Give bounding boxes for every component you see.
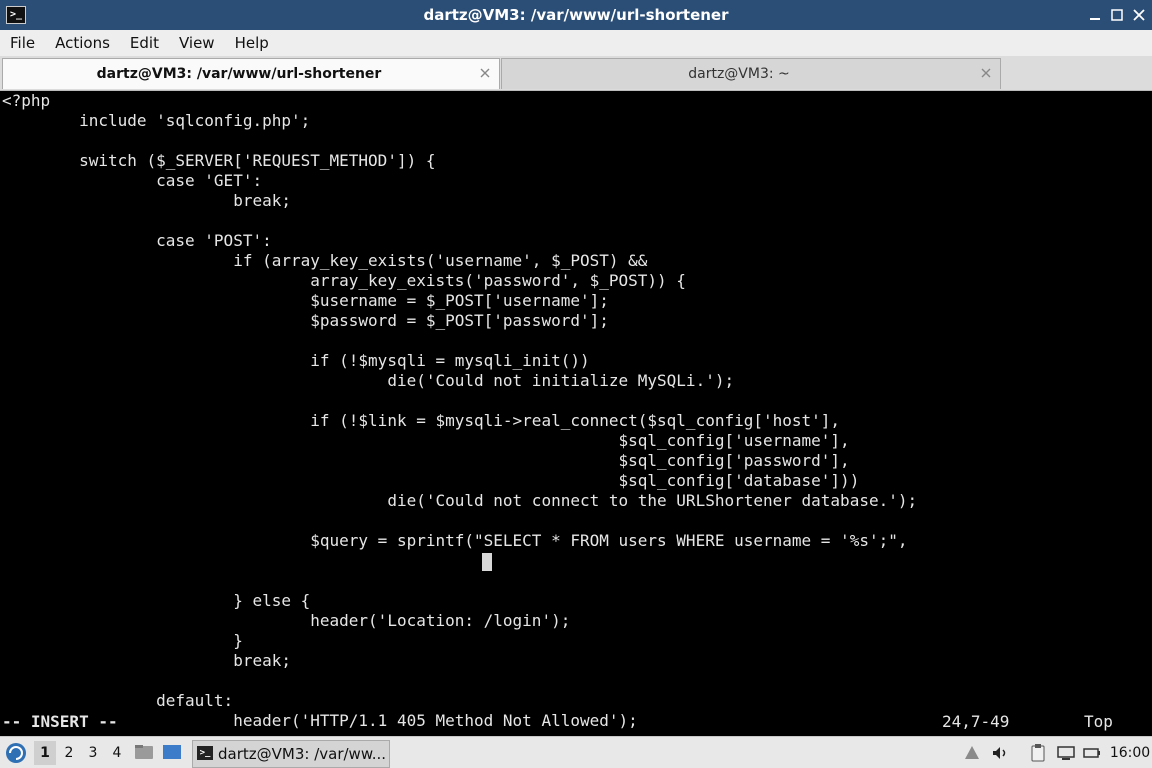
- tab-close-button[interactable]: [978, 65, 994, 81]
- vim-mode: -- INSERT --: [2, 712, 118, 731]
- cursor-position: 24,7-49: [942, 712, 1010, 731]
- close-icon: [480, 68, 490, 78]
- battery-icon: [1083, 748, 1100, 758]
- workspace-3[interactable]: 3: [82, 741, 104, 765]
- clock: 16:00: [1109, 745, 1151, 761]
- workspace-4[interactable]: 4: [106, 741, 128, 765]
- workspace-2[interactable]: 2: [58, 741, 80, 765]
- window-titlebar: >_ dartz@VM3: /var/www/url-shortener: [0, 0, 1152, 30]
- taskbar: 1 2 3 4 >_ dartz@VM3: /var/ww... 16:00: [0, 736, 1152, 768]
- start-menu-button[interactable]: [4, 741, 28, 765]
- clipboard-icon: [1031, 744, 1045, 762]
- tray-updates[interactable]: [962, 743, 982, 763]
- text-cursor: [482, 553, 492, 571]
- tray-network[interactable]: [1056, 743, 1076, 763]
- scroll-position: Top: [1084, 712, 1113, 731]
- terminal-area[interactable]: <?php include 'sqlconfig.php'; switch ($…: [0, 91, 1152, 736]
- tray-battery[interactable]: [1082, 743, 1102, 763]
- taskbar-window-terminal[interactable]: >_ dartz@VM3: /var/ww...: [192, 740, 390, 768]
- maximize-button[interactable]: [1108, 6, 1126, 24]
- start-menu-icon: [6, 743, 26, 763]
- updates-icon: [965, 746, 979, 759]
- menu-actions[interactable]: Actions: [45, 30, 120, 56]
- minimize-icon: [1090, 18, 1100, 20]
- menu-help[interactable]: Help: [225, 30, 279, 56]
- tab-label: dartz@VM3: /var/www/url-shortener: [96, 66, 382, 82]
- tab-bar: dartz@VM3: /var/www/url-shortener dartz@…: [0, 56, 1152, 91]
- close-icon: [981, 68, 991, 78]
- terminal-icon: >_: [197, 746, 213, 760]
- tab-label: dartz@VM3: ~: [688, 66, 790, 82]
- close-window-button[interactable]: [1130, 6, 1148, 24]
- minimize-button[interactable]: [1086, 6, 1104, 24]
- menu-edit[interactable]: Edit: [120, 30, 169, 56]
- code-buffer[interactable]: <?php include 'sqlconfig.php'; switch ($…: [2, 91, 917, 731]
- workspace-1[interactable]: 1: [34, 741, 56, 765]
- volume-icon: [993, 747, 1006, 759]
- tray-clipboard[interactable]: [1028, 743, 1048, 763]
- menu-view[interactable]: View: [169, 30, 225, 56]
- desktop-icon: [163, 745, 181, 759]
- menu-file[interactable]: File: [0, 30, 45, 56]
- vim-status-line: -- INSERT -- 24,7-49 Top: [2, 711, 1150, 733]
- file-manager-launcher[interactable]: [134, 742, 154, 762]
- folder-icon: [135, 745, 153, 759]
- maximize-icon: [1111, 9, 1123, 21]
- tab-close-button[interactable]: [477, 65, 493, 81]
- window-title: dartz@VM3: /var/www/url-shortener: [423, 6, 729, 24]
- show-desktop-button[interactable]: [162, 742, 182, 762]
- tab-url-shortener[interactable]: dartz@VM3: /var/www/url-shortener: [2, 58, 500, 89]
- menu-bar: File Actions Edit View Help: [0, 30, 1152, 56]
- tab-home[interactable]: dartz@VM3: ~: [501, 58, 1001, 89]
- taskbar-window-label: dartz@VM3: /var/ww...: [218, 745, 385, 763]
- tray-volume[interactable]: [990, 743, 1010, 763]
- close-icon: [1133, 9, 1145, 21]
- network-icon: [1057, 746, 1075, 760]
